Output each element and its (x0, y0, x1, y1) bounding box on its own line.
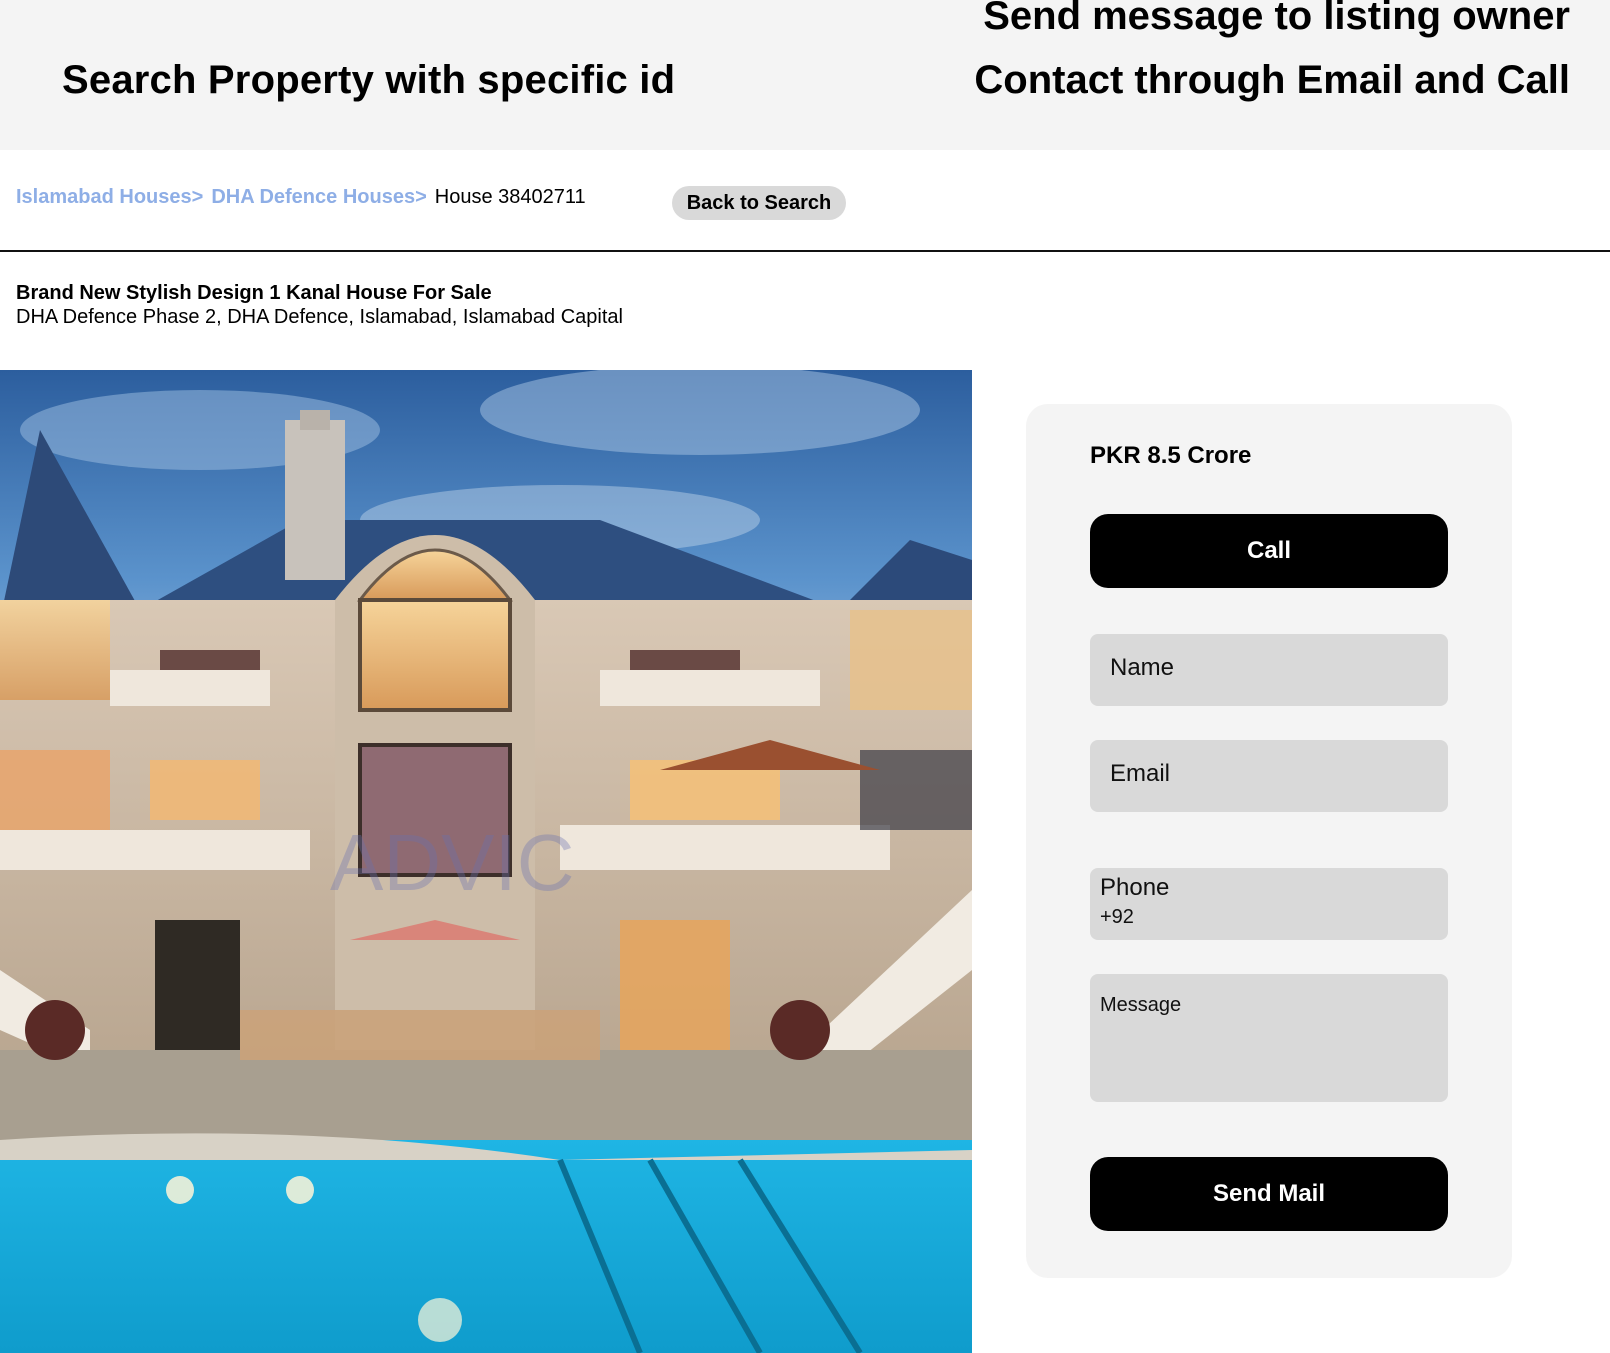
listing-address: DHA Defence Phase 2, DHA Defence, Islama… (16, 306, 623, 328)
breadcrumb: Islamabad Houses> DHA Defence Houses> Ho… (16, 186, 586, 209)
listing-title: Brand New Stylish Design 1 Kanal House F… (16, 282, 492, 304)
name-placeholder: Name (1110, 654, 1175, 681)
property-photo: ADVIC (0, 370, 972, 1353)
breadcrumb-current-house: House 38402711 (434, 186, 586, 208)
breadcrumb-dha-defence-houses[interactable]: DHA Defence Houses> (211, 186, 426, 209)
call-button[interactable]: Call (1090, 514, 1448, 588)
photo-watermark-text: ADVIC (330, 818, 575, 907)
price-label: PKR 8.5 Crore (1090, 442, 1252, 469)
phone-label: Phone (1100, 874, 1170, 901)
message-placeholder: Message (1100, 994, 1182, 1016)
phone-prefix: +92 (1100, 906, 1134, 928)
message-field[interactable]: Message (1090, 974, 1448, 1102)
email-placeholder: Email (1110, 760, 1171, 787)
back-to-search-button[interactable]: Back to Search (672, 186, 846, 220)
annotation-banner: Search Property with specific id Send me… (0, 0, 1610, 150)
banner-contact-caption: Contact through Email and Call (974, 58, 1570, 102)
email-field[interactable]: Email (1090, 740, 1448, 812)
name-field[interactable]: Name (1090, 634, 1448, 706)
banner-message-caption: Send message to listing owner (983, 0, 1570, 38)
breadcrumb-islamabad-houses[interactable]: Islamabad Houses> (16, 186, 203, 209)
contact-panel: PKR 8.5 Crore Call Name Email Phone +92 … (1026, 404, 1512, 1278)
phone-field[interactable]: Phone +92 (1090, 868, 1448, 940)
send-mail-button[interactable]: Send Mail (1090, 1157, 1448, 1231)
divider (0, 250, 1610, 252)
banner-search-caption: Search Property with specific id (62, 58, 676, 102)
